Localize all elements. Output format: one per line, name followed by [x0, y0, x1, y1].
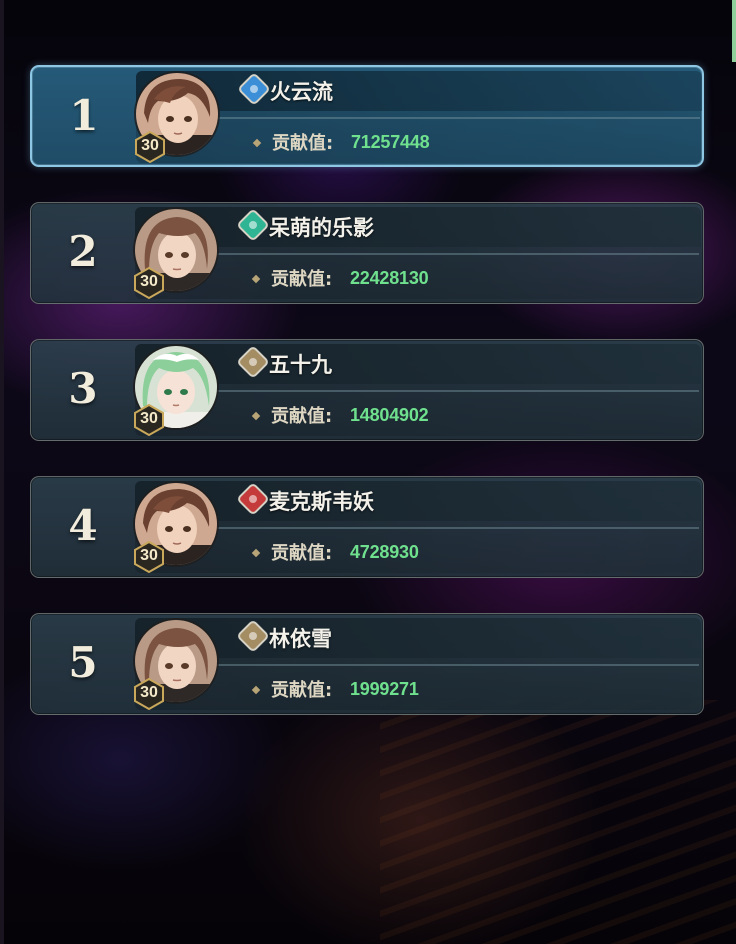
divider	[211, 390, 699, 392]
left-edge-strip	[0, 0, 4, 944]
ranking-row[interactable]: 2 呆萌的乐影 贡献值: 22428130 30	[30, 202, 704, 304]
player-name: 火云流	[270, 80, 333, 104]
name-bar	[136, 71, 702, 111]
divider	[211, 253, 699, 255]
ranking-row[interactable]: 3 五十九 贡献值: 14804902 30	[30, 339, 704, 441]
name-bar	[135, 207, 701, 247]
player-name: 五十九	[269, 353, 332, 377]
ranking-row[interactable]: 4 麦克斯韦妖 贡献值: 4728930 30	[30, 476, 704, 578]
name-bar	[135, 618, 701, 658]
contribution-value: 71257448	[351, 132, 430, 152]
rank-number: 5	[68, 638, 98, 687]
contribution-value: 14804902	[350, 405, 429, 425]
background-pattern	[380, 700, 736, 944]
contribution-label: 贡献值:	[271, 406, 333, 427]
contribution-label: 贡献值:	[271, 680, 333, 701]
player-name: 呆萌的乐影	[269, 216, 374, 240]
ranking-row[interactable]: 5 林依雪 贡献值: 1999271 30	[30, 613, 704, 715]
contribution-value: 1999271	[350, 679, 419, 699]
player-name: 麦克斯韦妖	[269, 490, 374, 514]
contribution-label: 贡献值:	[272, 133, 334, 154]
level-value: 30	[140, 273, 158, 290]
contribution-label: 贡献值:	[271, 269, 333, 290]
right-edge-fragment	[732, 0, 736, 62]
name-bar	[135, 481, 701, 521]
level-badge: 30	[133, 267, 165, 299]
player-name: 林依雪	[269, 627, 332, 651]
level-value: 30	[140, 410, 158, 427]
contribution-value: 4728930	[350, 542, 419, 562]
level-value: 30	[140, 684, 158, 701]
ranking-row[interactable]: 1 火云流 贡献值: 71257448 30	[30, 65, 704, 167]
level-badge: 30	[134, 131, 166, 163]
rank-number: 1	[69, 91, 99, 140]
rank-number: 4	[68, 501, 98, 550]
rank-number: 2	[68, 227, 98, 276]
contribution-value: 22428130	[350, 268, 429, 288]
level-badge: 30	[133, 678, 165, 710]
contribution-label: 贡献值:	[271, 543, 333, 564]
level-value: 30	[141, 137, 159, 154]
divider	[211, 664, 699, 666]
name-bar	[135, 344, 701, 384]
level-badge: 30	[133, 404, 165, 436]
level-badge: 30	[133, 541, 165, 573]
rank-number: 3	[68, 364, 98, 413]
divider	[212, 117, 700, 119]
level-value: 30	[140, 547, 158, 564]
divider	[211, 527, 699, 529]
